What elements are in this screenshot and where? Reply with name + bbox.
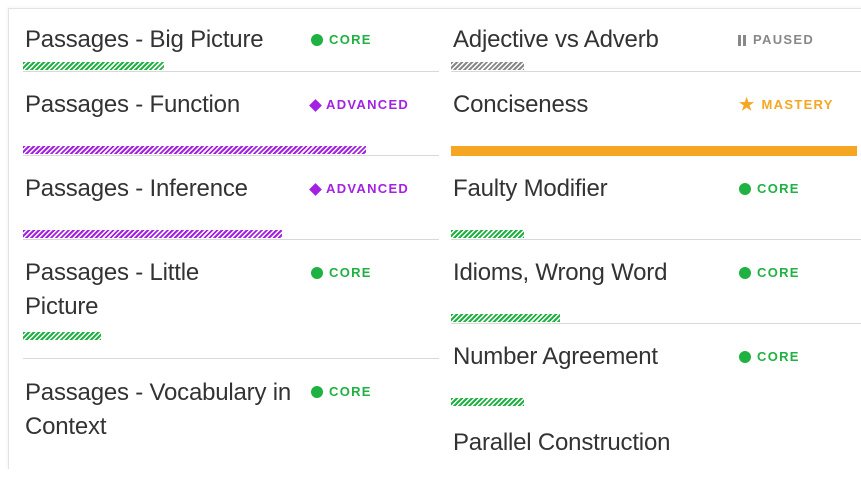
level-label: CORE	[329, 265, 372, 280]
diamond-icon	[309, 182, 322, 196]
skills-column-left: Passages - Big Picture CORE Passages - F…	[23, 9, 439, 479]
progress-bar	[451, 230, 524, 238]
skill-name: Parallel Construction	[453, 429, 671, 456]
skill-name: Passages - Big Picture	[25, 26, 264, 53]
filled-circle-icon	[739, 267, 751, 279]
level-badge-core: CORE	[739, 181, 800, 197]
level-badge-paused: PAUSED	[738, 32, 814, 48]
skills-panel: Passages - Big Picture CORE Passages - F…	[8, 8, 861, 469]
level-badge-advanced: ADVANCED	[309, 97, 409, 113]
progress-bar	[451, 398, 524, 406]
skill-item-parallel-construction[interactable]: Parallel Construction	[451, 408, 861, 492]
filled-circle-icon	[311, 386, 323, 398]
level-label: MASTERY	[761, 97, 834, 112]
progress-bar	[23, 332, 101, 340]
level-badge-mastery: ★ MASTERY	[739, 95, 834, 114]
skill-name: Passages - Inference	[25, 175, 248, 202]
level-label: CORE	[757, 349, 800, 364]
skill-item-passages-inference[interactable]: Passages - Inference ADVANCED	[23, 156, 439, 240]
level-label: CORE	[757, 265, 800, 280]
level-badge-core: CORE	[311, 265, 372, 281]
filled-circle-icon	[739, 351, 751, 363]
level-label: PAUSED	[753, 32, 815, 47]
progress-bar	[451, 314, 560, 322]
skill-name: Passages - Function	[25, 91, 240, 118]
skill-name: Conciseness	[453, 91, 589, 118]
skill-item-adjective-vs-adverb[interactable]: Adjective vs Adverb PAUSED	[451, 9, 861, 72]
skill-item-conciseness[interactable]: Conciseness ★ MASTERY	[451, 72, 861, 156]
level-label: CORE	[329, 384, 372, 399]
level-badge-advanced: ADVANCED	[309, 181, 409, 197]
skill-item-passages-vocabulary-in-context[interactable]: Passages - Vocabulary in Context CORE	[23, 359, 439, 479]
progress-bar	[23, 230, 282, 238]
level-badge-core: CORE	[739, 349, 800, 365]
level-label: CORE	[757, 181, 800, 196]
skill-item-faulty-modifier[interactable]: Faulty Modifier CORE	[451, 156, 861, 240]
skill-name: Faulty Modifier	[453, 175, 608, 202]
skills-column-right: Adjective vs Adverb PAUSED Conciseness ★…	[451, 9, 861, 492]
level-label: ADVANCED	[326, 181, 410, 196]
level-label: CORE	[329, 32, 372, 47]
level-badge-core: CORE	[739, 265, 800, 281]
skill-item-idioms-wrong-word[interactable]: Idioms, Wrong Word CORE	[451, 240, 861, 324]
filled-circle-icon	[311, 267, 323, 279]
filled-circle-icon	[739, 183, 751, 195]
skill-name: Passages - Vocabulary in Context	[25, 379, 292, 440]
skill-item-passages-big-picture[interactable]: Passages - Big Picture CORE	[23, 9, 439, 72]
progress-bar	[451, 146, 857, 156]
skill-item-passages-function[interactable]: Passages - Function ADVANCED	[23, 72, 439, 156]
level-badge-core: CORE	[311, 384, 372, 400]
skill-item-passages-little-picture[interactable]: Passages - Little Picture CORE	[23, 240, 439, 359]
pause-icon	[738, 34, 747, 46]
skill-name: Idioms, Wrong Word	[453, 259, 668, 286]
progress-bar	[23, 62, 164, 70]
progress-bar	[451, 62, 524, 70]
progress-bar	[23, 146, 366, 154]
filled-circle-icon	[311, 34, 323, 46]
skill-name: Number Agreement	[453, 343, 658, 370]
skill-name: Passages - Little Picture	[25, 259, 200, 320]
star-icon: ★	[739, 95, 756, 114]
diamond-icon	[309, 98, 322, 112]
skill-item-number-agreement[interactable]: Number Agreement CORE	[451, 324, 861, 408]
level-label: ADVANCED	[326, 97, 410, 112]
skill-name: Adjective vs Adverb	[453, 26, 659, 53]
level-badge-core: CORE	[311, 32, 372, 48]
